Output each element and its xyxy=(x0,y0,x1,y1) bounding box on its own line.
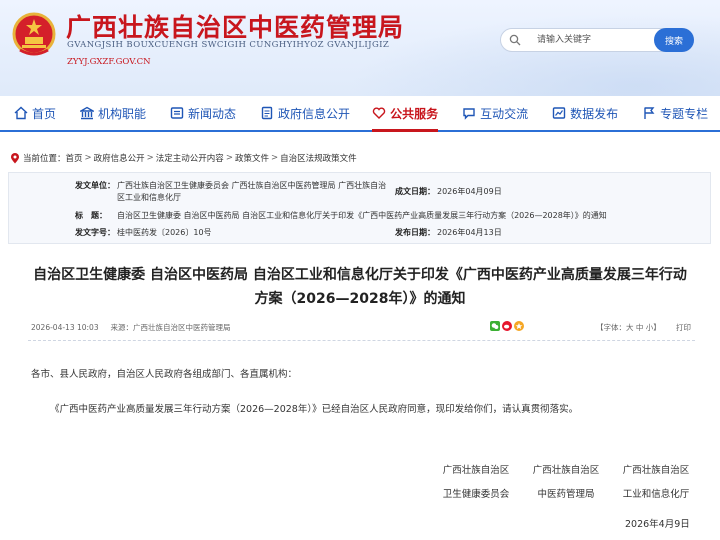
document-info-box: 发文单位： 广西壮族自治区卫生健康委员会 广西壮族自治区中医药管理局 广西壮族自… xyxy=(8,172,711,244)
signature-tcm-bureau: 广西壮族自治区 中医药管理局 xyxy=(526,462,606,500)
building-icon xyxy=(80,106,95,120)
location-pin-icon xyxy=(11,152,19,163)
article-source: 来源：广西壮族自治区中医药管理局 xyxy=(110,323,231,332)
nav-label: 公共服务 xyxy=(390,106,439,121)
title-value: 自治区卫生健康委 自治区中医药局 自治区工业和信息化厅关于印发《广西中医药产业高… xyxy=(117,211,607,220)
nav-item-special[interactable]: 专题专栏 xyxy=(642,96,708,130)
publish-value: 2026年04月13日 xyxy=(437,228,502,237)
signature-line: 中医药管理局 xyxy=(537,489,595,500)
divider xyxy=(28,340,695,341)
breadcrumb-prefix: 当前位置： xyxy=(23,154,66,164)
nav-item-home[interactable]: 首页 xyxy=(14,96,56,130)
article-paragraph: 《广西中医药产业高质量发展三年行动方案（2026—2028年）》已经自治区人民政… xyxy=(50,404,579,415)
nav-label: 专题专栏 xyxy=(660,106,709,121)
date-value: 2026年04月09日 xyxy=(437,187,502,196)
nav-item-public-service[interactable]: 公共服务 xyxy=(372,96,439,132)
search-icon xyxy=(509,34,521,46)
chat-icon xyxy=(463,108,475,120)
search-button[interactable]: 搜索 xyxy=(654,28,694,52)
publish-label: 发布日期： xyxy=(395,228,435,237)
nav-item-interaction[interactable]: 互动交流 xyxy=(462,96,528,130)
site-url: ZYYJ.GXZF.GOV.CN xyxy=(67,57,151,67)
issuer-value: 广西壮族自治区卫生健康委员会 广西壮族自治区中医药管理局 广西壮族自治区工业和信… xyxy=(117,181,387,202)
issuer-label: 发文单位： xyxy=(75,181,115,190)
breadcrumb-separator: > xyxy=(84,153,92,163)
breadcrumb-separator: > xyxy=(270,153,279,163)
site-title[interactable]: 广西壮族自治区中医药管理局 xyxy=(66,8,404,44)
nav-label: 机构职能 xyxy=(98,106,147,121)
signature-line: 卫生健康委员会 xyxy=(442,489,510,500)
breadcrumb: 当前位置： 首页 > 政府信息公开 > 法定主动公开内容 > 政策文件 > 自治… xyxy=(10,152,357,164)
nav-label: 首页 xyxy=(32,106,57,121)
main-nav: 首页 机构职能 新闻动态 政府信息公开 公共服务 互动交流 数据发布 专题专栏 xyxy=(0,96,720,132)
article-title-line2: 方案（2026—2028年）》的通知 xyxy=(254,291,466,307)
breadcrumb-link-regional[interactable]: 自治区法规政策文件 xyxy=(280,152,357,164)
breadcrumb-link-gov-info[interactable]: 政府信息公开 xyxy=(94,152,145,164)
breadcrumb-link-statutory[interactable]: 法定主动公开内容 xyxy=(156,152,224,164)
font-size-selector[interactable]: 【字体：大 中 小】 xyxy=(596,322,661,333)
nav-label: 新闻动态 xyxy=(188,106,237,121)
weibo-share-icon[interactable] xyxy=(502,321,512,331)
nav-label: 数据发布 xyxy=(570,106,619,121)
print-link[interactable]: 打印 xyxy=(676,322,691,333)
breadcrumb-link-home[interactable]: 首页 xyxy=(66,152,83,164)
nav-label: 政府信息公开 xyxy=(278,106,351,121)
nav-item-gov-info[interactable]: 政府信息公开 xyxy=(260,96,350,130)
nav-item-data[interactable]: 数据发布 xyxy=(552,96,618,130)
article-title: 自治区卫生健康委 自治区中医药局 自治区工业和信息化厅关于印发《广西中医药产业高… xyxy=(20,263,700,311)
title-label: 标 题： xyxy=(75,211,107,220)
share-icons xyxy=(490,321,524,331)
national-emblem-icon xyxy=(12,12,56,56)
home-icon xyxy=(14,106,28,120)
signature-line: 广西壮族自治区 xyxy=(622,465,690,476)
site-header: 广西壮族自治区中医药管理局 GVANGJSIH BOUXCUENGH SWCIG… xyxy=(0,0,720,96)
nav-item-institution[interactable]: 机构职能 xyxy=(80,96,146,130)
nav-item-news[interactable]: 新闻动态 xyxy=(170,96,236,130)
article-meta: 2026-04-13 10:03 来源：广西壮族自治区中医药管理局 xyxy=(31,322,231,333)
article-salutation: 各市、县人民政府，自治区人民政府各组成部门、各直属机构： xyxy=(31,369,298,380)
signature-line: 广西壮族自治区 xyxy=(532,465,600,476)
breadcrumb-link-policy[interactable]: 政策文件 xyxy=(235,152,269,164)
docno-value: 桂中医药发〔2026〕10号 xyxy=(117,228,212,237)
document-icon xyxy=(261,106,273,120)
sign-date: 2026年4月9日 xyxy=(625,519,690,530)
wechat-share-icon[interactable] xyxy=(490,321,500,331)
article-title-line1: 自治区卫生健康委 自治区中医药局 自治区工业和信息化厅关于印发《广西中医药产业高… xyxy=(33,267,687,283)
heart-icon xyxy=(372,107,386,119)
breadcrumb-separator: > xyxy=(225,153,233,163)
docno-label: 发文字号： xyxy=(75,228,115,237)
article-date: 2026-04-13 10:03 xyxy=(31,323,99,332)
chart-icon xyxy=(552,107,566,119)
breadcrumb-separator: > xyxy=(146,153,154,163)
flag-icon xyxy=(644,107,655,119)
nav-label: 互动交流 xyxy=(480,106,529,121)
signature-industry-department: 广西壮族自治区 工业和信息化厅 xyxy=(616,462,696,500)
news-icon xyxy=(170,107,184,119)
search-box: 搜索 xyxy=(500,28,694,52)
signature-health-commission: 广西壮族自治区 卫生健康委员会 xyxy=(436,462,516,500)
site-subtitle: GVANGJSIH BOUXCUENGH SWCIGIH CUNGHYIHYOZ… xyxy=(67,40,390,50)
signature-line: 广西壮族自治区 xyxy=(442,465,510,476)
search-input[interactable] xyxy=(537,32,647,48)
signature-line: 工业和信息化厅 xyxy=(622,489,690,500)
qzone-share-icon[interactable] xyxy=(514,321,524,331)
date-label: 成文日期： xyxy=(395,187,435,196)
